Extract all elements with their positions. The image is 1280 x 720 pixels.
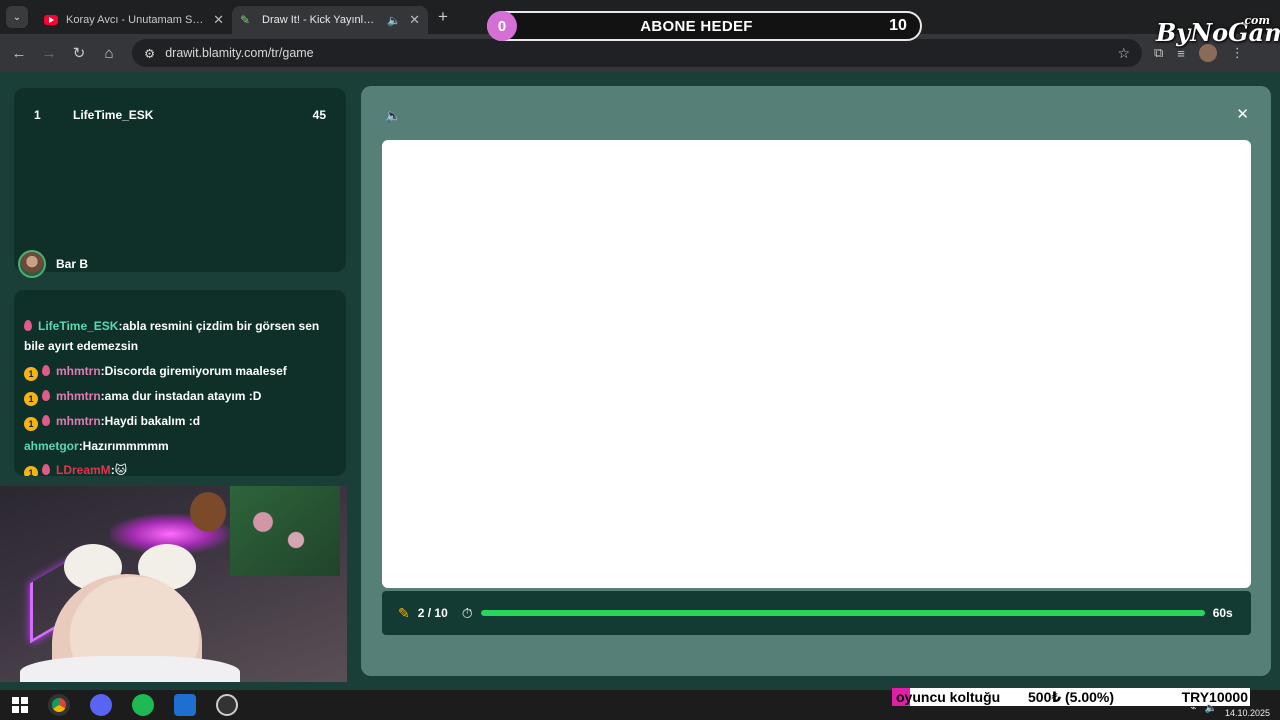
sound-icon[interactable]: 🔈 xyxy=(385,108,401,124)
chat-username[interactable]: LDreamM xyxy=(56,463,111,476)
chrome-icon[interactable] xyxy=(48,694,70,716)
youtube-icon xyxy=(44,15,58,25)
url-text: drawit.blamity.com/tr/game xyxy=(165,46,314,60)
home-button[interactable]: ⌂ xyxy=(94,45,124,62)
chat-text: :ama dur instadan atayım :D xyxy=(100,389,262,403)
back-button[interactable]: ← xyxy=(4,45,34,62)
chat-message: ahmetgor:Hazırımmmmm xyxy=(24,436,342,456)
close-icon[interactable]: ✕ xyxy=(1236,105,1249,123)
drop-badge-icon xyxy=(42,464,50,475)
chat-username[interactable]: mhmtrn xyxy=(56,389,101,403)
forward-button[interactable]: → xyxy=(34,45,64,62)
tab-title: Koray Avcı - Unutamam Seni (A xyxy=(66,14,206,26)
chat-username[interactable]: mhmtrn xyxy=(56,364,101,378)
chat-message: 1 mhmtrn:Discorda giremiyorum maalesef xyxy=(24,361,342,381)
player-score: 45 xyxy=(312,108,326,122)
chat-message: 1 mhmtrn:ama dur instadan atayım :D xyxy=(24,386,342,406)
chat-username[interactable]: mhmtrn xyxy=(56,414,101,428)
drop-badge-icon xyxy=(42,415,50,426)
goal-count: 0 xyxy=(487,11,517,41)
goal-target: 10 xyxy=(889,17,907,34)
webcam-feed xyxy=(0,486,347,682)
drop-badge-icon xyxy=(42,365,50,376)
tab-search-button[interactable]: ⌄ xyxy=(6,6,28,28)
browser-tab-drawit[interactable]: ✎ Draw It! - Kick Yayınları İçin 🔈 ✕ xyxy=(232,6,428,34)
sub-badge-icon: 1 xyxy=(24,367,38,381)
tab-title: Draw It! - Kick Yayınları İçin xyxy=(262,14,379,26)
player-rank: 1 xyxy=(34,108,41,122)
donation-goal-name: oyuncu koltuğu xyxy=(896,689,1001,705)
current-drawer: Bar B xyxy=(18,250,88,278)
sub-badge-icon: 1 xyxy=(24,392,38,406)
close-icon[interactable]: ✕ xyxy=(409,12,420,28)
sub-badge-icon: 1 xyxy=(24,417,38,431)
chat-username[interactable]: LifeTime_ESK xyxy=(38,319,118,333)
system-date: 14.10.2025 xyxy=(1224,708,1270,718)
drawer-name: Bar B xyxy=(56,257,89,271)
player-name: LifeTime_ESK xyxy=(73,108,154,122)
chat-text: :Discorda giremiyorum maalesef xyxy=(100,364,287,378)
address-bar[interactable]: ⚙ drawit.blamity.com/tr/game ☆ xyxy=(132,39,1142,67)
chat-text: :Hazırımmmmm xyxy=(78,439,169,453)
discord-icon[interactable] xyxy=(90,694,112,716)
app-icon[interactable] xyxy=(174,694,196,716)
chat-username[interactable]: ahmetgor xyxy=(24,439,79,453)
timer-icon: ⏱ xyxy=(461,604,473,621)
goal-title: ABONE HEDEF xyxy=(640,17,753,35)
round-counter: 2 / 10 xyxy=(417,606,448,620)
time-left: 60s xyxy=(1212,606,1233,620)
time-progress-fill xyxy=(480,610,1205,616)
chat-message: 1 LDreamM:🐱 xyxy=(24,460,342,476)
speaker-icon[interactable]: 🔈 xyxy=(387,14,401,27)
brand-suffix: .com xyxy=(1240,14,1270,27)
obs-icon[interactable] xyxy=(216,694,238,716)
chat-message: LifeTime_ESK:abla resmini çizdim bir gör… xyxy=(24,316,342,356)
game-status-bar: ✎ 2 / 10 ⏱ 60s xyxy=(382,591,1251,635)
pencil-icon: ✎ xyxy=(240,13,251,27)
volume-icon[interactable]: 🔈 xyxy=(1205,703,1217,714)
donation-amount: 500₺ (5.00%) xyxy=(1028,688,1115,705)
spotify-icon[interactable] xyxy=(132,694,154,716)
drop-badge-icon xyxy=(24,320,32,331)
reload-button[interactable]: ↻ xyxy=(64,44,94,62)
network-icon[interactable]: ⌁ xyxy=(1190,703,1196,714)
pencil-icon: ✎ xyxy=(398,604,410,621)
leaderboard-row: 1 LifeTime_ESK 45 xyxy=(14,108,346,126)
windows-start-icon[interactable] xyxy=(12,697,28,713)
drawing-canvas[interactable] xyxy=(382,140,1251,588)
game-panel: 🔈 ✕ ✎ 2 / 10 ⏱ 60s xyxy=(361,86,1271,676)
site-info-icon[interactable]: ⚙ xyxy=(144,46,155,61)
time-progress-bar xyxy=(480,610,1205,616)
chat-panel: LifeTime_ESK:abla resmini çizdim bir gör… xyxy=(14,290,346,476)
brand-logo: ByNoGame .com xyxy=(1156,14,1280,58)
avatar xyxy=(18,250,46,278)
subscriber-goal-bar: 0 ABONE HEDEF 10 xyxy=(487,11,922,41)
system-tray: ⌁ 🔈 14.10.2025 xyxy=(1190,698,1270,719)
flower-decor xyxy=(230,486,340,576)
leaderboard-panel: 1 LifeTime_ESK 45 Bar B xyxy=(14,88,346,278)
close-icon[interactable]: ✕ xyxy=(213,12,224,28)
bookmark-star-icon[interactable]: ☆ xyxy=(1117,45,1130,62)
sub-badge-icon: 1 xyxy=(24,466,38,476)
drop-badge-icon xyxy=(42,390,50,401)
streamer-shirt xyxy=(20,656,240,682)
browser-tab-youtube[interactable]: Koray Avcı - Unutamam Seni (A ✕ xyxy=(36,6,232,34)
new-tab-button[interactable]: + xyxy=(438,7,448,27)
plush-toy xyxy=(190,492,226,532)
chat-text: :🐱 xyxy=(110,463,128,476)
chat-message: 1 mhmtrn:Haydi bakalım :d xyxy=(24,411,342,431)
chat-text: :Haydi bakalım :d xyxy=(100,414,201,428)
